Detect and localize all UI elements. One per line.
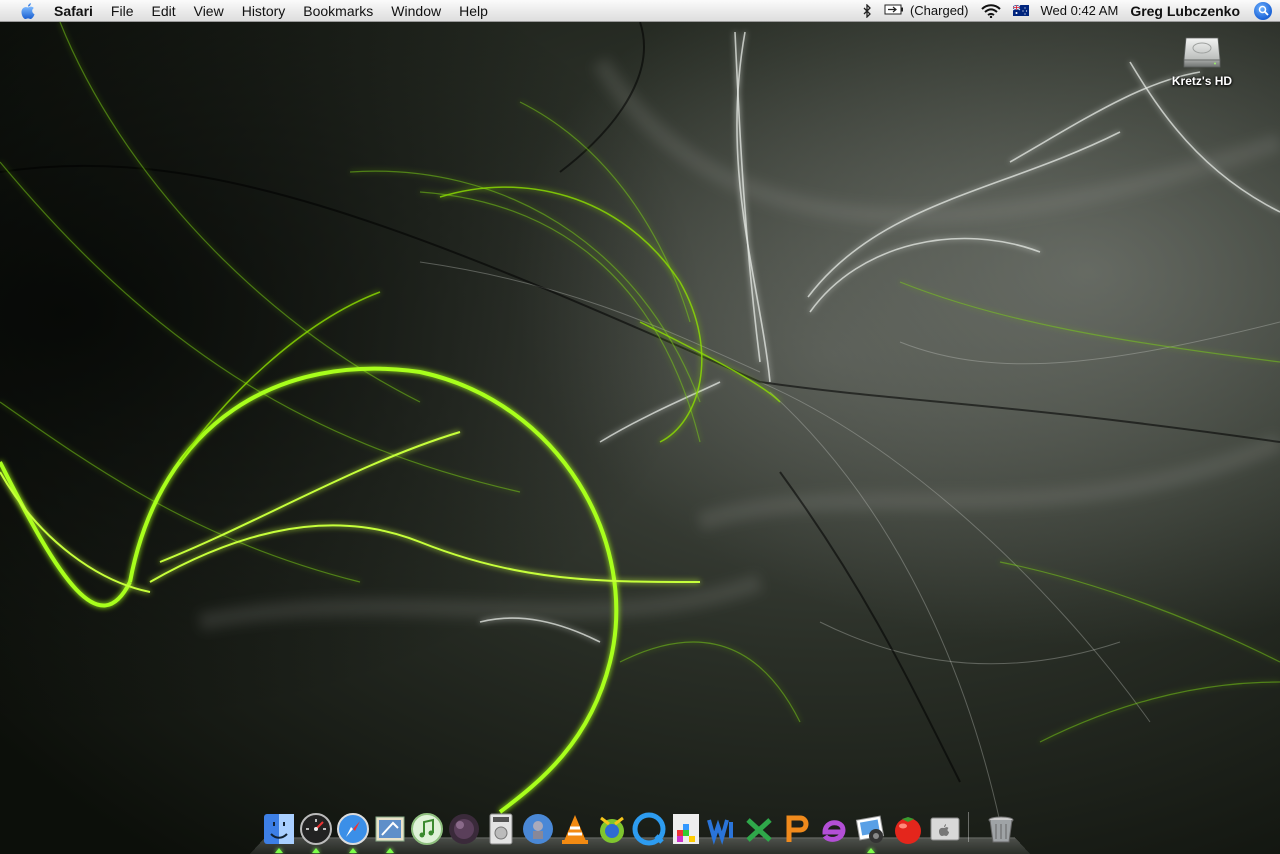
word-icon[interactable]	[706, 812, 740, 846]
hard-drive-icon	[1180, 28, 1224, 72]
dock	[250, 806, 1030, 854]
dark-orb-icon[interactable]	[447, 812, 481, 846]
running-indicator	[867, 848, 875, 853]
menu-history[interactable]: History	[233, 0, 295, 22]
menu-file[interactable]: File	[102, 0, 143, 22]
powerpoint-icon[interactable]	[780, 812, 814, 846]
user-name-menu[interactable]: Greg Lubczenko	[1124, 0, 1250, 22]
desktop-wallpaper	[0, 22, 1280, 854]
hard-drive-label: Kretz's HD	[1171, 74, 1233, 88]
menu-bookmarks[interactable]: Bookmarks	[294, 0, 382, 22]
iphoto-icon[interactable]	[854, 812, 888, 846]
australian-flag-icon[interactable]	[1007, 0, 1035, 22]
menu-app-safari[interactable]: Safari	[52, 0, 102, 22]
menu-extras: (Charged) Wed 0:42 AM Greg Lubczenko	[856, 0, 1280, 22]
clock[interactable]: Wed 0:42 AM	[1035, 0, 1125, 22]
battery-icon	[884, 3, 904, 18]
tomato-icon[interactable]	[891, 812, 925, 846]
battery-status-text: (Charged)	[909, 3, 969, 18]
excel-icon[interactable]	[743, 812, 777, 846]
running-indicator	[349, 848, 357, 853]
menu-help[interactable]: Help	[450, 0, 497, 22]
battery-menu[interactable]: (Charged)	[878, 0, 975, 22]
dock-separator	[968, 812, 969, 842]
dashboard-icon[interactable]	[299, 812, 333, 846]
menu-edit[interactable]: Edit	[142, 0, 184, 22]
tetris-icon[interactable]	[669, 812, 703, 846]
wifi-icon[interactable]	[975, 0, 1007, 22]
vlc-icon[interactable]	[558, 812, 592, 846]
spotlight-icon[interactable]	[1254, 1, 1272, 20]
adium-icon[interactable]	[595, 812, 629, 846]
system-app-icon[interactable]	[928, 812, 962, 846]
desktop: Safari File Edit View History Bookmarks …	[0, 0, 1280, 854]
menu-window[interactable]: Window	[382, 0, 450, 22]
itunes-icon[interactable]	[410, 812, 444, 846]
running-indicator	[312, 848, 320, 853]
bluetooth-icon[interactable]	[856, 0, 878, 22]
mail-icon[interactable]	[373, 812, 407, 846]
running-indicator	[386, 848, 394, 853]
dock-icons	[250, 812, 1030, 853]
dvd-player-icon[interactable]	[484, 812, 518, 846]
trash-icon[interactable]	[984, 812, 1018, 846]
menu-view[interactable]: View	[185, 0, 233, 22]
quicktime-icon[interactable]	[632, 812, 666, 846]
finder-icon[interactable]	[262, 812, 296, 846]
menu-bar: Safari File Edit View History Bookmarks …	[0, 0, 1280, 22]
entourage-icon[interactable]	[817, 812, 851, 846]
safari-icon[interactable]	[336, 812, 370, 846]
running-indicator	[275, 848, 283, 853]
network-globe-icon[interactable]	[521, 812, 555, 846]
apple-logo-icon[interactable]	[17, 0, 39, 22]
desktop-hard-drive[interactable]: Kretz's HD	[1160, 28, 1244, 88]
